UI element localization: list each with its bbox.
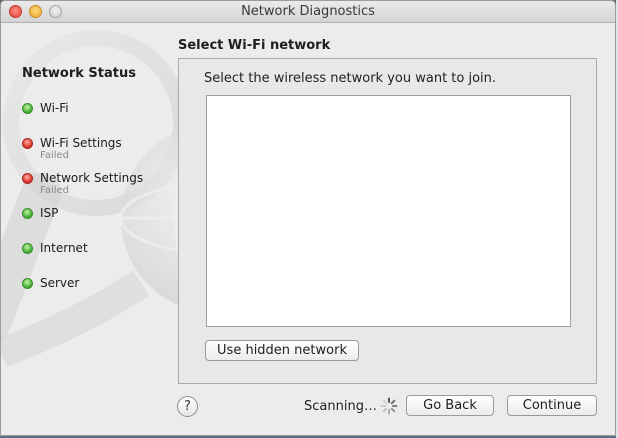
help-icon[interactable]: ? — [177, 396, 198, 417]
window-title: Network Diagnostics — [241, 4, 375, 19]
page-title: Select Wi-Fi network — [178, 38, 331, 53]
step-status-text: Failed — [40, 185, 70, 196]
status-indicator-icon — [22, 243, 33, 254]
status-indicator-icon — [22, 173, 33, 184]
step-status-text: Failed — [40, 150, 70, 161]
step-label: Network Settings — [40, 171, 144, 185]
step-label: Server — [40, 276, 80, 290]
step-label: Internet — [40, 241, 88, 255]
spinner-icon — [380, 397, 398, 415]
status-indicator-icon — [22, 138, 33, 149]
step-label: Wi-Fi — [40, 101, 69, 115]
status-indicator-icon — [22, 208, 33, 219]
title-bar[interactable]: Network Diagnostics — [1, 1, 615, 23]
go-back-button[interactable]: Go Back — [406, 395, 494, 416]
instruction-text: Select the wireless network you want to … — [204, 71, 497, 86]
scanning-status: Scanning… — [304, 399, 377, 414]
step-label: Wi-Fi Settings — [40, 136, 122, 150]
sidebar-heading: Network Status — [22, 66, 136, 81]
status-indicator-icon — [22, 103, 33, 114]
wifi-network-list[interactable] — [206, 95, 571, 327]
continue-button[interactable]: Continue — [507, 395, 597, 416]
network-diagnostics-window: Network Diagnostics Network Status Wi-Fi — [0, 0, 616, 436]
status-indicator-icon — [22, 278, 33, 289]
use-hidden-network-button[interactable]: Use hidden network — [205, 340, 359, 361]
step-label: ISP — [40, 206, 59, 220]
